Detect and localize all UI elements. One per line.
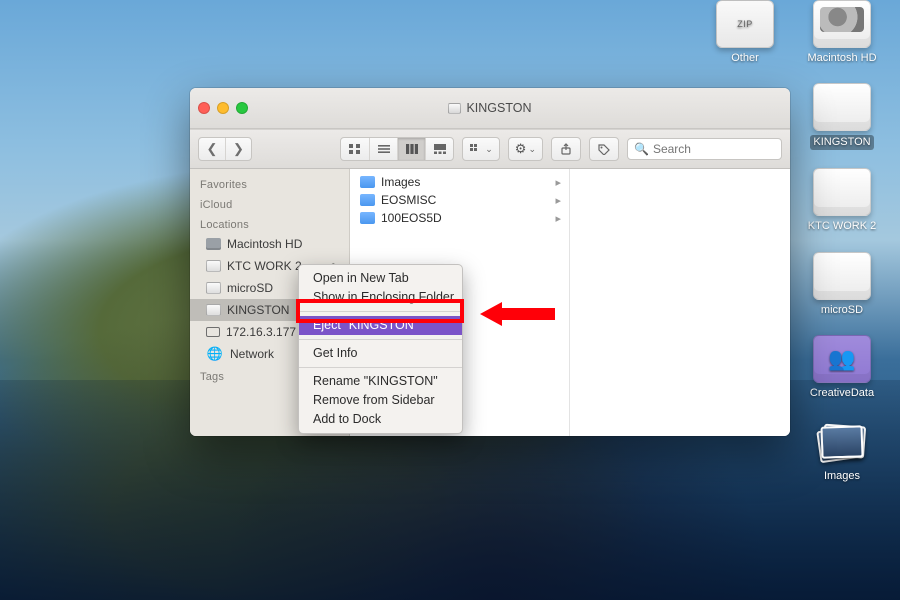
close-button[interactable] bbox=[198, 102, 210, 114]
desktop-icons-col1: Macintosh HD KINGSTON KTC WORK 2 microSD… bbox=[802, 0, 882, 483]
search-field[interactable]: 🔍 bbox=[627, 138, 782, 160]
sidebar-item-label: Network bbox=[230, 347, 274, 361]
folder-item-images[interactable]: Images ▸ bbox=[350, 173, 569, 191]
tags-button[interactable] bbox=[590, 138, 618, 160]
search-icon: 🔍 bbox=[634, 142, 649, 156]
folder-icon bbox=[360, 176, 375, 188]
desktop-item-images[interactable]: Images bbox=[802, 418, 882, 483]
globe-icon: 🌐 bbox=[206, 347, 224, 361]
desktop-icons-col2: Other bbox=[705, 0, 785, 65]
menu-separator bbox=[299, 311, 462, 312]
sidebar-item-label: KINGSTON bbox=[227, 303, 289, 317]
external-drive-icon bbox=[813, 252, 871, 300]
share-button[interactable] bbox=[552, 138, 580, 160]
menu-item-get-info[interactable]: Get Info bbox=[299, 344, 462, 363]
menu-separator bbox=[299, 367, 462, 368]
desktop-item-microsd[interactable]: microSD bbox=[802, 252, 882, 317]
window-title-text: KINGSTON bbox=[466, 101, 531, 115]
chevron-right-icon: ▸ bbox=[555, 194, 561, 207]
desktop-item-creativedata[interactable]: CreativeData bbox=[802, 335, 882, 400]
desktop-item-other[interactable]: Other bbox=[705, 0, 785, 65]
menu-item-show-enclosing[interactable]: Show in Enclosing Folder bbox=[299, 288, 462, 307]
host-icon bbox=[206, 327, 220, 337]
view-list-button[interactable] bbox=[369, 138, 397, 160]
menu-item-open-new-tab[interactable]: Open in New Tab bbox=[299, 269, 462, 288]
column-2 bbox=[570, 169, 790, 436]
desktop-item-label: CreativeData bbox=[802, 387, 882, 400]
view-column-button[interactable] bbox=[397, 138, 425, 160]
drive-glyph-icon bbox=[448, 103, 461, 114]
view-mode-segment bbox=[340, 137, 454, 161]
desktop-item-label: KTC WORK 2 bbox=[802, 220, 882, 233]
internal-drive-icon bbox=[813, 0, 871, 48]
chevron-right-icon: ▸ bbox=[555, 212, 561, 225]
shared-drive-icon bbox=[813, 335, 871, 383]
zip-icon bbox=[716, 0, 774, 48]
chevron-right-icon: ▸ bbox=[555, 176, 561, 189]
sidebar-item-macintosh-hd[interactable]: Macintosh HD bbox=[190, 233, 349, 255]
external-drive-icon bbox=[206, 260, 221, 272]
desktop-item-label: Macintosh HD bbox=[802, 52, 882, 65]
menu-item-remove-sidebar[interactable]: Remove from Sidebar bbox=[299, 391, 462, 410]
external-drive-icon bbox=[206, 304, 221, 316]
titlebar[interactable]: KINGSTON bbox=[190, 88, 790, 129]
zoom-button[interactable] bbox=[236, 102, 248, 114]
finder-window: KINGSTON ❮ ❯ ⌄ ⚙︎⌄ 🔍 bbox=[190, 88, 790, 436]
menu-separator bbox=[299, 339, 462, 340]
desktop-item-label: microSD bbox=[802, 304, 882, 317]
minimize-button[interactable] bbox=[217, 102, 229, 114]
desktop-item-label: Other bbox=[705, 52, 785, 65]
external-drive-icon bbox=[206, 282, 221, 294]
finder-body: Favorites iCloud Locations Macintosh HD … bbox=[190, 169, 790, 436]
context-menu: Open in New Tab Show in Enclosing Folder… bbox=[298, 264, 463, 434]
desktop-item-ktc-work-2[interactable]: KTC WORK 2 bbox=[802, 168, 882, 233]
sidebar-item-label: 172.16.3.177 bbox=[226, 325, 296, 339]
back-button[interactable]: ❮ bbox=[199, 138, 225, 160]
image-stack-icon bbox=[813, 418, 871, 466]
view-gallery-button[interactable] bbox=[425, 138, 453, 160]
menu-item-eject[interactable]: Eject "KINGSTON" bbox=[299, 316, 462, 335]
traffic-lights bbox=[198, 102, 256, 114]
arrange-button[interactable]: ⌄ bbox=[463, 138, 499, 160]
share-button-wrap bbox=[551, 137, 581, 161]
action-button[interactable]: ⚙︎⌄ bbox=[509, 138, 542, 160]
arrange-menu[interactable]: ⌄ bbox=[462, 137, 500, 161]
sidebar-section-icloud: iCloud bbox=[190, 193, 349, 213]
menu-item-rename[interactable]: Rename "KINGSTON" bbox=[299, 372, 462, 391]
folder-item-100eos5d[interactable]: 100EOS5D ▸ bbox=[350, 209, 569, 227]
action-menu[interactable]: ⚙︎⌄ bbox=[508, 137, 543, 161]
hd-icon bbox=[206, 238, 221, 250]
external-drive-icon bbox=[813, 168, 871, 216]
search-input[interactable] bbox=[653, 142, 775, 156]
sidebar-item-label: Macintosh HD bbox=[227, 237, 302, 251]
sidebar-item-label: microSD bbox=[227, 281, 273, 295]
sidebar-section-favorites: Favorites bbox=[190, 173, 349, 193]
sidebar-section-locations: Locations bbox=[190, 213, 349, 233]
nav-back-forward: ❮ ❯ bbox=[198, 137, 252, 161]
desktop-item-label: Images bbox=[802, 470, 882, 483]
folder-icon bbox=[360, 212, 375, 224]
folder-label: Images bbox=[381, 175, 420, 189]
menu-item-add-to-dock[interactable]: Add to Dock bbox=[299, 410, 462, 429]
external-drive-icon bbox=[813, 83, 871, 131]
window-title: KINGSTON bbox=[190, 101, 790, 115]
forward-button[interactable]: ❯ bbox=[225, 138, 251, 160]
tags-button-wrap bbox=[589, 137, 619, 161]
toolbar: ❮ ❯ ⌄ ⚙︎⌄ 🔍 bbox=[190, 129, 790, 169]
folder-item-eosmisc[interactable]: EOSMISC ▸ bbox=[350, 191, 569, 209]
view-icon-button[interactable] bbox=[341, 138, 369, 160]
desktop-item-label: KINGSTON bbox=[810, 135, 873, 150]
folder-label: EOSMISC bbox=[381, 193, 436, 207]
folder-label: 100EOS5D bbox=[381, 211, 442, 225]
desktop-item-macintosh-hd[interactable]: Macintosh HD bbox=[802, 0, 882, 65]
folder-icon bbox=[360, 194, 375, 206]
sidebar-item-label: KTC WORK 2 bbox=[227, 259, 302, 273]
desktop-item-kingston[interactable]: KINGSTON bbox=[802, 83, 882, 150]
